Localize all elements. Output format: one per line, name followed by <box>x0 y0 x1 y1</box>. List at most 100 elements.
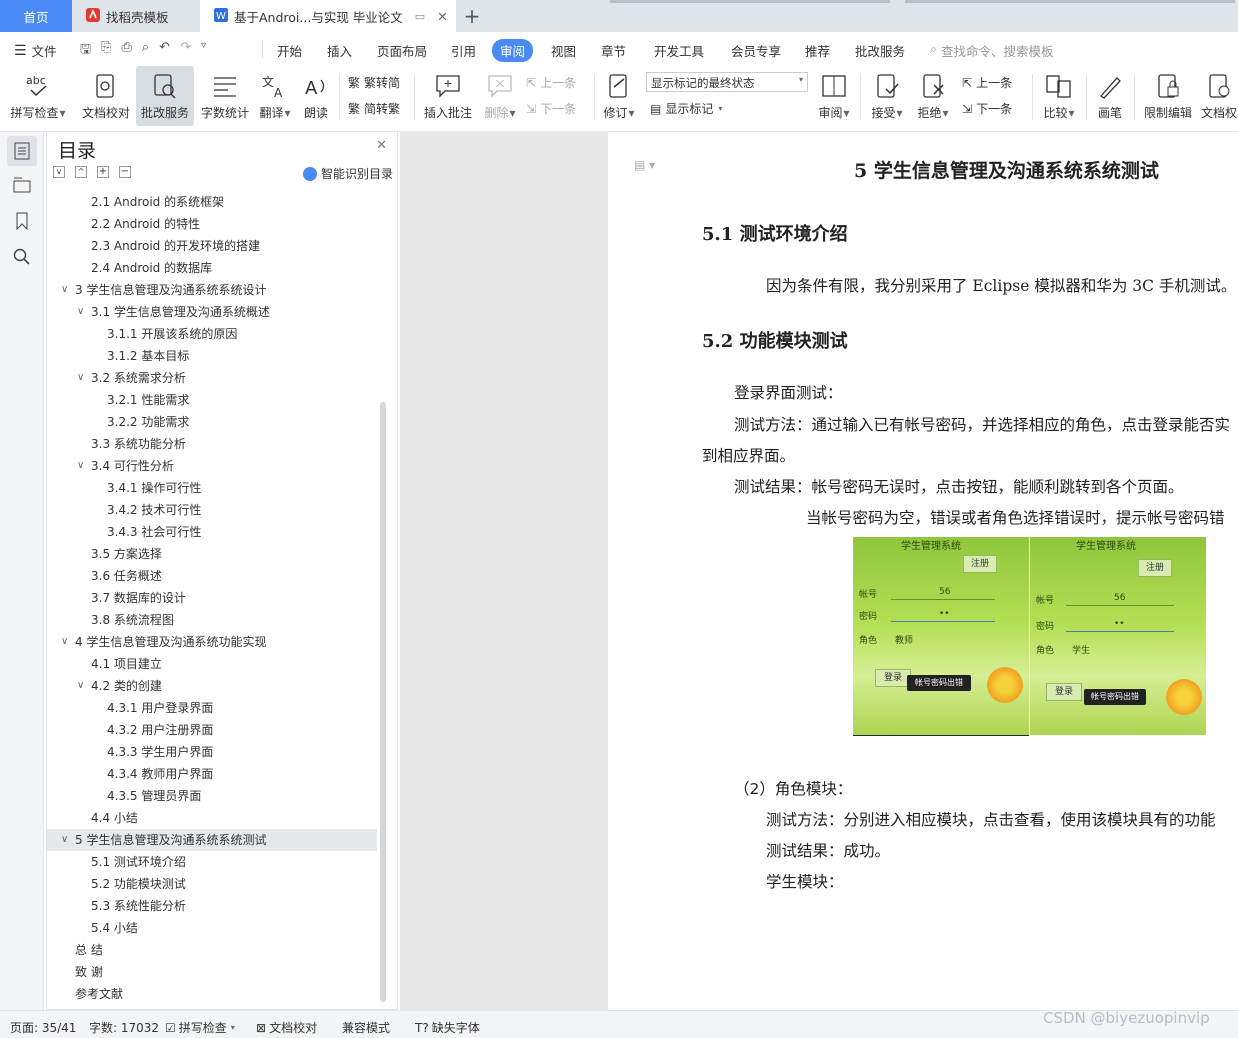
restrict-editing-button[interactable]: 限制编辑 <box>1140 66 1196 126</box>
menu-home[interactable]: 开始 <box>277 41 302 60</box>
toc-item[interactable]: 4.3.5 管理员界面 <box>47 785 377 807</box>
trad-to-simp-button[interactable]: 繁繁转简 <box>348 74 400 91</box>
add-heading-icon[interactable]: + <box>97 166 109 178</box>
chevron-down-icon[interactable]: ∨ <box>61 829 68 851</box>
status-spell-check[interactable]: ☑ 拼写检查 ▾ <box>165 1019 235 1036</box>
toc-item[interactable]: 4.4 小结 <box>47 807 377 829</box>
spell-check-button[interactable]: abc 拼写检查▾ <box>6 66 70 126</box>
track-changes-button[interactable]: 修订▾ <box>600 66 638 126</box>
prev-change-button[interactable]: ⇱ 上一条 <box>962 74 1012 91</box>
toc-item[interactable]: 3.2.1 性能需求 <box>47 389 377 411</box>
insert-comment-button[interactable]: 插入批注 <box>420 66 476 126</box>
translate-button[interactable]: 文A 翻译▾ <box>256 66 294 126</box>
toc-item[interactable]: 4.3.3 学生用户界面 <box>47 741 377 763</box>
accept-button[interactable]: 接受▾ <box>866 66 908 126</box>
toc-item[interactable]: 总 结 <box>47 939 377 961</box>
word-count-button[interactable]: 字数统计 <box>198 66 252 126</box>
chevron-down-icon[interactable]: ∨ <box>61 631 68 653</box>
chapter-nav-icon[interactable] <box>7 170 37 200</box>
menu-correction-service[interactable]: 批改服务 <box>855 41 905 60</box>
toc-item[interactable]: 2.4 Android 的数据库 <box>47 257 377 279</box>
toc-scrollbar[interactable] <box>380 402 386 1002</box>
toc-item[interactable]: ∨ 3.1 学生信息管理及沟通系统概述 <box>47 301 377 323</box>
toc-item[interactable]: 2.2 Android 的特性 <box>47 213 377 235</box>
toc-item[interactable]: 3.2.2 功能需求 <box>47 411 377 433</box>
menu-member[interactable]: 会员专享 <box>731 41 781 60</box>
print-preview-icon[interactable]: ⌕ <box>142 40 149 62</box>
toc-item[interactable]: ∨ 3.2 系统需求分析 <box>47 367 377 389</box>
file-menu[interactable]: ☰ 文件 <box>14 41 57 60</box>
redo-icon[interactable]: ↷ <box>180 40 191 62</box>
menu-layout[interactable]: 页面布局 <box>377 41 427 60</box>
review-pane-button[interactable]: 审阅▾ <box>814 66 854 126</box>
toc-item[interactable]: 参考文献 <box>47 983 377 1005</box>
pen-button[interactable]: 画笔 <box>1092 66 1128 126</box>
markup-state-select[interactable]: 显示标记的最终状态 ▾ <box>646 72 808 92</box>
toc-item[interactable]: 5.2 功能模块测试 <box>47 873 377 895</box>
toc-icon[interactable] <box>7 136 37 166</box>
toc-item[interactable]: 5.3 系统性能分析 <box>47 895 377 917</box>
doc-permission-button[interactable]: 文档权 <box>1200 66 1238 126</box>
next-change-button[interactable]: ⇲ 下一条 <box>962 100 1012 117</box>
toc-item[interactable]: ∨ 3 学生信息管理及沟通系统系统设计 <box>47 279 377 301</box>
word-count[interactable]: 字数: 17032 <box>89 1019 159 1036</box>
remove-heading-icon[interactable]: − <box>119 166 131 178</box>
compat-mode[interactable]: 兼容模式 <box>342 1019 390 1036</box>
toc-item[interactable]: 3.7 数据库的设计 <box>47 587 377 609</box>
toc-item[interactable]: 3.8 系统流程图 <box>47 609 377 631</box>
expand-all-icon[interactable]: v <box>53 166 65 178</box>
compare-button[interactable]: 比较▾ <box>1038 66 1080 126</box>
tab-document[interactable]: W 基于Androi...与实现 毕业论文 ▭ ✕ <box>200 0 456 32</box>
menu-insert[interactable]: 插入 <box>327 41 352 60</box>
correction-service-button[interactable]: 批改服务 <box>136 66 194 126</box>
prev-comment-button[interactable]: ⇱ 上一条 <box>526 74 576 91</box>
reject-button[interactable]: 拒绝▾ <box>912 66 954 126</box>
new-tab-button[interactable]: + <box>462 0 482 32</box>
toc-item[interactable]: 3.3 系统功能分析 <box>47 433 377 455</box>
menu-developer[interactable]: 开发工具 <box>654 41 704 60</box>
print-icon[interactable]: ⎙ <box>121 40 131 62</box>
menu-view[interactable]: 视图 <box>551 41 576 60</box>
toc-item[interactable]: 致 谢 <box>47 961 377 983</box>
save-icon[interactable]: 🖫 <box>80 40 91 62</box>
tab-home[interactable]: 首页 <box>0 0 72 32</box>
smart-toc-button[interactable]: 智能识别目录 <box>302 165 393 182</box>
toc-item[interactable]: 3.4.2 技术可行性 <box>47 499 377 521</box>
toc-item[interactable]: 2.1 Android 的系统框架 <box>47 191 377 213</box>
tab-docer[interactable]: 找稻壳模板 <box>72 0 200 32</box>
simp-to-trad-button[interactable]: 繁简转繁 <box>348 100 400 117</box>
find-icon[interactable] <box>7 242 37 272</box>
delete-comment-button[interactable]: 删除▾ <box>480 66 520 126</box>
chevron-down-icon[interactable]: ∨ <box>77 455 84 477</box>
export-pdf-icon[interactable]: ⎘ <box>101 40 111 62</box>
toc-item[interactable]: 3.6 任务概述 <box>47 565 377 587</box>
command-search[interactable]: ⌕ 查找命令、搜索模板 <box>930 41 1054 60</box>
bookmark-icon[interactable] <box>7 206 37 236</box>
toc-item[interactable]: 4.1 项目建立 <box>47 653 377 675</box>
monitor-icon[interactable]: ▭ <box>415 10 425 23</box>
page-indicator[interactable]: 页面: 35/41 <box>10 1019 76 1036</box>
collapse-all-icon[interactable]: ^ <box>75 166 87 178</box>
menu-chapter[interactable]: 章节 <box>601 41 626 60</box>
menu-recommend[interactable]: 推荐 <box>805 41 830 60</box>
toc-item[interactable]: 3.4.1 操作可行性 <box>47 477 377 499</box>
chevron-down-icon[interactable]: ∨ <box>77 675 84 697</box>
toc-item[interactable]: ∨ 4 学生信息管理及沟通系统功能实现 <box>47 631 377 653</box>
undo-icon[interactable]: ↶ <box>159 40 170 62</box>
toc-item[interactable]: 5.1 测试环境介绍 <box>47 851 377 873</box>
toc-item[interactable]: 3.5 方案选择 <box>47 543 377 565</box>
toc-item[interactable]: 2.3 Android 的开发环境的搭建 <box>47 235 377 257</box>
toc-item[interactable]: 3.1.1 开展该系统的原因 <box>47 323 377 345</box>
doc-proof-button[interactable]: 文档校对 <box>76 66 136 126</box>
toc-item[interactable]: ∨ 4.2 类的创建 <box>47 675 377 697</box>
chevron-down-icon[interactable]: ∨ <box>77 367 84 389</box>
close-icon[interactable]: ✕ <box>376 138 387 153</box>
toc-item[interactable]: 4.3.1 用户登录界面 <box>47 697 377 719</box>
chevron-down-icon[interactable]: ∨ <box>77 301 84 323</box>
toc-item[interactable]: ∨ 3.4 可行性分析 <box>47 455 377 477</box>
menu-references[interactable]: 引用 <box>451 41 476 60</box>
menu-review[interactable]: 审阅 <box>492 39 534 62</box>
toc-item[interactable]: ∨ 5 学生信息管理及沟通系统系统测试 <box>47 829 377 851</box>
status-doc-proof[interactable]: ⊠ 文档校对 <box>256 1019 317 1036</box>
chevron-down-icon[interactable]: ∨ <box>61 279 68 301</box>
